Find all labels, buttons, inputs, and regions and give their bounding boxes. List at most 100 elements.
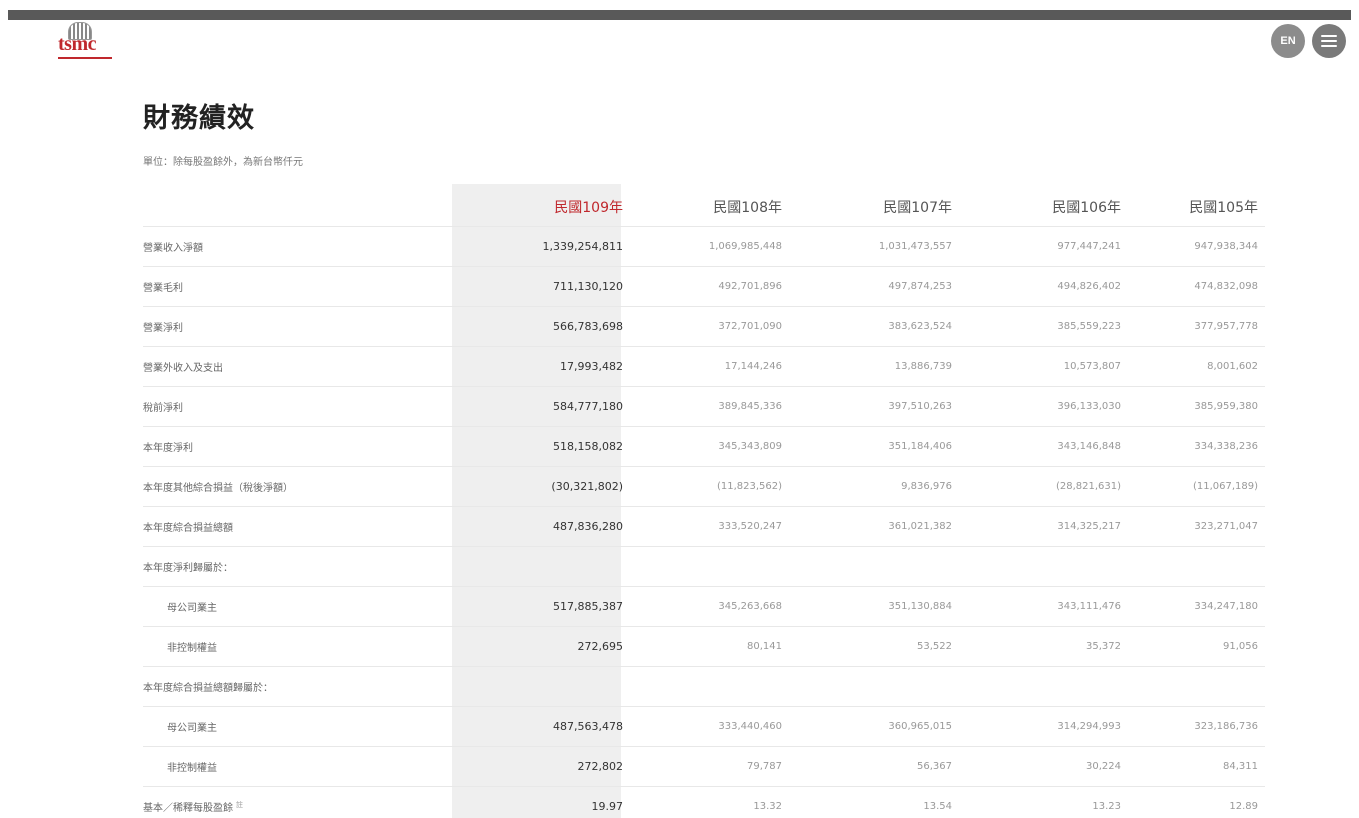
value-cell: 497,874,253 [789,266,959,307]
value-cell: 323,186,736 [1128,706,1265,747]
value-cell: 53,522 [789,626,959,667]
value-cell: 487,563,478 [452,706,630,747]
value-cell [789,546,959,587]
value-cell: 17,144,246 [630,346,789,387]
value-cell: 334,338,236 [1128,426,1265,467]
table-row: 本年度綜合損益總額 487,836,280 333,520,247 361,021,3… [143,506,1265,547]
row-label: 本年度淨利 [143,426,452,467]
row-label-text: 本年度綜合損益總額歸屬於： [143,683,273,694]
value-cell: 360,965,015 [789,706,959,747]
row-label-text: 營業淨利 [143,323,183,334]
header-label-cell [143,188,452,227]
logo-text: tsmc [58,33,96,55]
value-cell: 361,021,382 [789,506,959,547]
value-cell: 272,695 [452,626,630,667]
table-row: 母公司業主 517,885,387 345,263,668 351,130,884 34… [143,586,1265,627]
logo-underline [58,57,112,59]
value-cell: 334,247,180 [1128,586,1265,627]
table-row: 營業淨利 566,783,698 372,701,090 383,623,524 385… [143,306,1265,347]
value-cell: 8,001,602 [1128,346,1265,387]
row-label-text: 非控制權益 [167,763,217,774]
value-cell: 13.23 [959,786,1128,818]
table-row: 基本／稀釋每股盈餘註 19.97 13.32 13.54 13.23 12.89 [143,786,1265,818]
column-header-year: 民國109年 [452,188,630,227]
value-cell: 343,111,476 [959,586,1128,627]
value-cell: 492,701,896 [630,266,789,307]
column-header-year: 民國106年 [959,188,1128,227]
value-cell [1128,666,1265,707]
value-cell: 494,826,402 [959,266,1128,307]
column-header-year: 民國105年 [1128,188,1265,227]
row-label: 營業收入淨額 [143,226,452,267]
value-cell: 566,783,698 [452,306,630,347]
value-cell [630,666,789,707]
row-label: 營業淨利 [143,306,452,347]
language-button[interactable]: EN [1271,24,1305,58]
value-cell [452,546,630,587]
row-label: 本年度綜合損益總額歸屬於： [143,666,452,707]
value-cell: 9,836,976 [789,466,959,507]
table-row: 本年度其他綜合損益（稅後淨額） (30,321,802) (11,823,562) 9… [143,466,1265,507]
value-cell: 10,573,807 [959,346,1128,387]
column-header-year: 民國108年 [630,188,789,227]
row-label-text: 營業收入淨額 [143,243,203,254]
row-label-text: 營業外收入及支出 [143,363,223,374]
row-label: 非控制權益 [143,746,452,787]
value-cell: 17,993,482 [452,346,630,387]
row-label: 母公司業主 [143,586,452,627]
row-label-text: 基本／稀釋每股盈餘 [143,803,233,814]
table-row: 非控制權益 272,802 79,787 56,367 30,224 84,311 [143,746,1265,787]
value-cell: 333,440,460 [630,706,789,747]
value-cell: 13.32 [630,786,789,818]
value-cell: 711,130,120 [452,266,630,307]
value-cell [789,666,959,707]
value-cell: 584,777,180 [452,386,630,427]
row-label: 稅前淨利 [143,386,452,427]
value-cell: 351,184,406 [789,426,959,467]
value-cell: 323,271,047 [1128,506,1265,547]
value-cell: 35,372 [959,626,1128,667]
value-cell: 343,146,848 [959,426,1128,467]
value-cell: 91,056 [1128,626,1265,667]
row-label: 本年度其他綜合損益（稅後淨額） [143,466,452,507]
table-row: 本年度綜合損益總額歸屬於： [143,666,1265,707]
menu-button[interactable] [1312,24,1346,58]
value-cell: 56,367 [789,746,959,787]
value-cell: 79,787 [630,746,789,787]
table-row: 本年度淨利 518,158,082 345,343,809 351,184,406 34… [143,426,1265,467]
value-cell: 397,510,263 [789,386,959,427]
top-bar [8,10,1351,20]
row-label-text: 母公司業主 [167,723,217,734]
value-cell: 947,938,344 [1128,226,1265,267]
hamburger-icon [1321,35,1337,47]
table-header-row: 民國109年 民國108年 民國107年 民國106年 民國105年 [143,188,1265,227]
row-label-text: 母公司業主 [167,603,217,614]
value-cell: 345,263,668 [630,586,789,627]
value-cell: 314,325,217 [959,506,1128,547]
table-row: 營業外收入及支出 17,993,482 17,144,246 13,886,739 10… [143,346,1265,387]
value-cell [630,546,789,587]
value-cell: (28,821,631) [959,466,1128,507]
value-cell [959,546,1128,587]
table-row: 營業收入淨額 1,339,254,811 1,069,985,448 1,031,47… [143,226,1265,267]
value-cell: 1,031,473,557 [789,226,959,267]
table-row: 稅前淨利 584,777,180 389,845,336 397,510,263 396… [143,386,1265,427]
table-row: 本年度淨利歸屬於： [143,546,1265,587]
value-cell: 977,447,241 [959,226,1128,267]
column-header-year: 民國107年 [789,188,959,227]
row-label-text: 本年度綜合損益總額 [143,523,233,534]
value-cell: 314,294,993 [959,706,1128,747]
value-cell: 272,802 [452,746,630,787]
row-label-text: 本年度其他綜合損益（稅後淨額） [143,483,293,494]
table-row: 母公司業主 487,563,478 333,440,460 360,965,015 31… [143,706,1265,747]
value-cell: 1,069,985,448 [630,226,789,267]
value-cell: 80,141 [630,626,789,667]
value-cell: 474,832,098 [1128,266,1265,307]
footnote-mark[interactable]: 註 [236,801,243,809]
tsmc-logo[interactable]: tsmc [58,22,118,64]
value-cell [959,666,1128,707]
value-cell: 19.97 [452,786,630,818]
value-cell: 333,520,247 [630,506,789,547]
value-cell: 383,623,524 [789,306,959,347]
row-label-text: 營業毛利 [143,283,183,294]
